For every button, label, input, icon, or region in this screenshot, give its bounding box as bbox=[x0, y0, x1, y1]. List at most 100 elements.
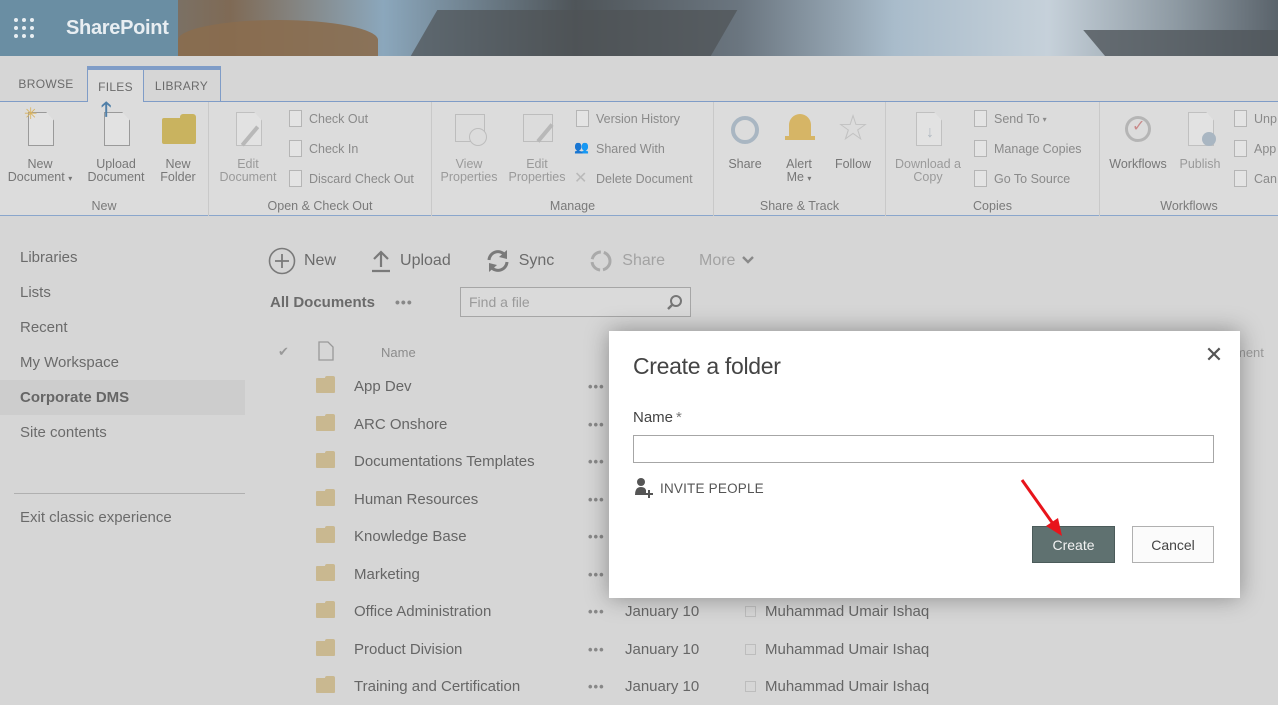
row-more-icon[interactable]: ••• bbox=[588, 567, 605, 582]
tab-library[interactable]: LIBRARY bbox=[143, 66, 221, 102]
plus-circle-icon bbox=[268, 247, 296, 275]
ribbon-group-workflows: ✓ Workflows Publish Unp App Can Workflow… bbox=[1100, 102, 1278, 216]
cancel-approval-button[interactable]: Can bbox=[1232, 169, 1277, 189]
select-all-checkmark-icon[interactable]: ✔ bbox=[270, 344, 298, 360]
row-modified-by[interactable]: Muhammad Umair Ishaq bbox=[765, 603, 929, 620]
new-folder-button[interactable]: New Folder bbox=[154, 108, 202, 184]
required-indicator: * bbox=[676, 409, 682, 426]
check-in-button[interactable]: Check In bbox=[287, 139, 358, 159]
row-name[interactable]: ARC Onshore bbox=[354, 416, 447, 433]
list-row[interactable]: Product Division ••• January 10 Muhammad… bbox=[270, 631, 970, 668]
ribbon-group-share-track: Share Alert Me ▾ ☆ Follow Share & Track bbox=[714, 102, 886, 216]
sync-command-button[interactable]: Sync bbox=[485, 248, 554, 274]
row-name[interactable]: Office Administration bbox=[354, 603, 491, 620]
tab-files[interactable]: FILES bbox=[87, 66, 144, 103]
row-name[interactable]: App Dev bbox=[354, 378, 412, 395]
row-name[interactable]: Documentations Templates bbox=[354, 453, 535, 470]
share-button[interactable]: Share bbox=[722, 108, 768, 171]
close-icon[interactable]: ✕ bbox=[1204, 344, 1224, 366]
ribbon-group-open-checkout: Edit Document Check Out Check In Discard… bbox=[209, 102, 432, 216]
shared-with-button[interactable]: 👥 Shared With bbox=[574, 139, 665, 159]
row-more-icon[interactable]: ••• bbox=[588, 454, 605, 469]
view-more-icon[interactable]: ••• bbox=[395, 294, 413, 310]
check-out-button[interactable]: Check Out bbox=[287, 109, 368, 129]
row-name[interactable]: Product Division bbox=[354, 641, 462, 658]
nav-item-recent[interactable]: Recent bbox=[0, 310, 245, 345]
row-modified-by[interactable]: Muhammad Umair Ishaq bbox=[765, 678, 929, 695]
view-properties-button[interactable]: View Properties bbox=[436, 108, 502, 184]
find-file-search[interactable]: Find a file bbox=[460, 287, 691, 317]
folder-icon bbox=[316, 414, 335, 431]
row-more-icon[interactable]: ••• bbox=[588, 604, 605, 619]
column-header-name[interactable]: Name bbox=[381, 345, 416, 360]
new-command-button[interactable]: New bbox=[268, 247, 336, 275]
brand-area: SharePoint bbox=[0, 0, 178, 56]
manage-copies-button[interactable]: Manage Copies bbox=[972, 139, 1082, 159]
more-command-button[interactable]: More bbox=[699, 252, 755, 270]
row-modified: January 10 bbox=[625, 641, 700, 658]
presence-checkbox bbox=[745, 681, 756, 692]
row-more-icon[interactable]: ••• bbox=[588, 492, 605, 507]
group-label-workflows: Workflows bbox=[1160, 199, 1218, 213]
edit-properties-button[interactable]: Edit Properties bbox=[504, 108, 570, 184]
delete-document-button[interactable]: ✕ Delete Document bbox=[574, 169, 693, 189]
row-name[interactable]: Human Resources bbox=[354, 491, 478, 508]
row-more-icon[interactable]: ••• bbox=[588, 529, 605, 544]
search-icon[interactable] bbox=[666, 294, 684, 315]
view-properties-icon bbox=[451, 108, 487, 152]
chevron-down-icon: ▾ bbox=[807, 174, 812, 183]
nav-item-lists[interactable]: Lists bbox=[0, 275, 245, 310]
app-title[interactable]: SharePoint bbox=[66, 17, 169, 40]
nav-item-site-contents[interactable]: Site contents bbox=[0, 415, 245, 450]
folder-icon bbox=[316, 676, 335, 693]
row-more-icon[interactable]: ••• bbox=[588, 379, 605, 394]
folder-icon bbox=[316, 639, 335, 656]
folder-icon bbox=[316, 451, 335, 468]
go-to-source-button[interactable]: Go To Source bbox=[972, 169, 1070, 189]
invite-people-link[interactable]: INVITE PEOPLE bbox=[634, 477, 764, 499]
new-document-button[interactable]: ✳ New Document ▾ bbox=[2, 107, 78, 185]
share-command-button[interactable]: Share bbox=[588, 248, 665, 274]
exit-classic-experience-link[interactable]: Exit classic experience bbox=[0, 500, 245, 535]
view-selector[interactable]: All Documents bbox=[270, 294, 375, 311]
folder-name-input[interactable] bbox=[633, 435, 1214, 463]
alert-me-button[interactable]: Alert Me ▾ bbox=[778, 108, 820, 185]
nav-item-corporate-dms[interactable]: Corporate DMS bbox=[0, 380, 245, 415]
send-to-button[interactable]: Send To ▾ bbox=[972, 109, 1047, 129]
check-out-icon bbox=[287, 110, 303, 128]
upload-document-button[interactable]: 🡑 Upload Document bbox=[82, 100, 150, 184]
row-more-icon[interactable]: ••• bbox=[588, 417, 605, 432]
create-button[interactable]: Create bbox=[1032, 526, 1115, 563]
row-name[interactable]: Marketing bbox=[354, 566, 420, 583]
workflows-button[interactable]: ✓ Workflows bbox=[1104, 108, 1172, 171]
list-row[interactable]: Office Administration ••• January 10 Muh… bbox=[270, 593, 970, 630]
suite-bar: SharePoint bbox=[0, 0, 1278, 56]
follow-button[interactable]: ☆ Follow bbox=[830, 108, 876, 171]
edit-document-button[interactable]: Edit Document bbox=[213, 108, 283, 184]
cancel-button[interactable]: Cancel bbox=[1132, 526, 1214, 563]
row-name[interactable]: Training and Certification bbox=[354, 678, 520, 695]
folder-icon bbox=[316, 601, 335, 618]
group-label-copies: Copies bbox=[973, 199, 1012, 213]
left-navigation: Libraries Lists Recent My Workspace Corp… bbox=[0, 240, 245, 535]
row-more-icon[interactable]: ••• bbox=[588, 642, 605, 657]
nav-item-my-workspace[interactable]: My Workspace bbox=[0, 345, 245, 380]
discard-check-out-button[interactable]: Discard Check Out bbox=[287, 169, 414, 189]
chevron-down-icon bbox=[741, 252, 755, 270]
download-copy-button[interactable]: ↓ Download a Copy bbox=[890, 108, 966, 184]
tab-browse[interactable]: BROWSE bbox=[8, 66, 84, 102]
nav-item-libraries[interactable]: Libraries bbox=[0, 240, 245, 275]
row-modified-by[interactable]: Muhammad Umair Ishaq bbox=[765, 641, 929, 658]
upload-command-button[interactable]: Upload bbox=[370, 249, 451, 273]
manage-copies-icon bbox=[972, 140, 988, 158]
row-name[interactable]: Knowledge Base bbox=[354, 528, 467, 545]
publish-button[interactable]: Publish bbox=[1176, 108, 1224, 171]
edit-properties-icon bbox=[519, 108, 555, 152]
row-more-icon[interactable]: ••• bbox=[588, 679, 605, 694]
list-row[interactable]: Training and Certification ••• January 1… bbox=[270, 668, 970, 705]
approve-button[interactable]: App bbox=[1232, 139, 1276, 159]
version-history-button[interactable]: Version History bbox=[574, 109, 680, 129]
unpublish-button[interactable]: Unp bbox=[1232, 109, 1277, 129]
app-launcher-icon[interactable] bbox=[14, 18, 34, 38]
presence-checkbox bbox=[745, 644, 756, 655]
